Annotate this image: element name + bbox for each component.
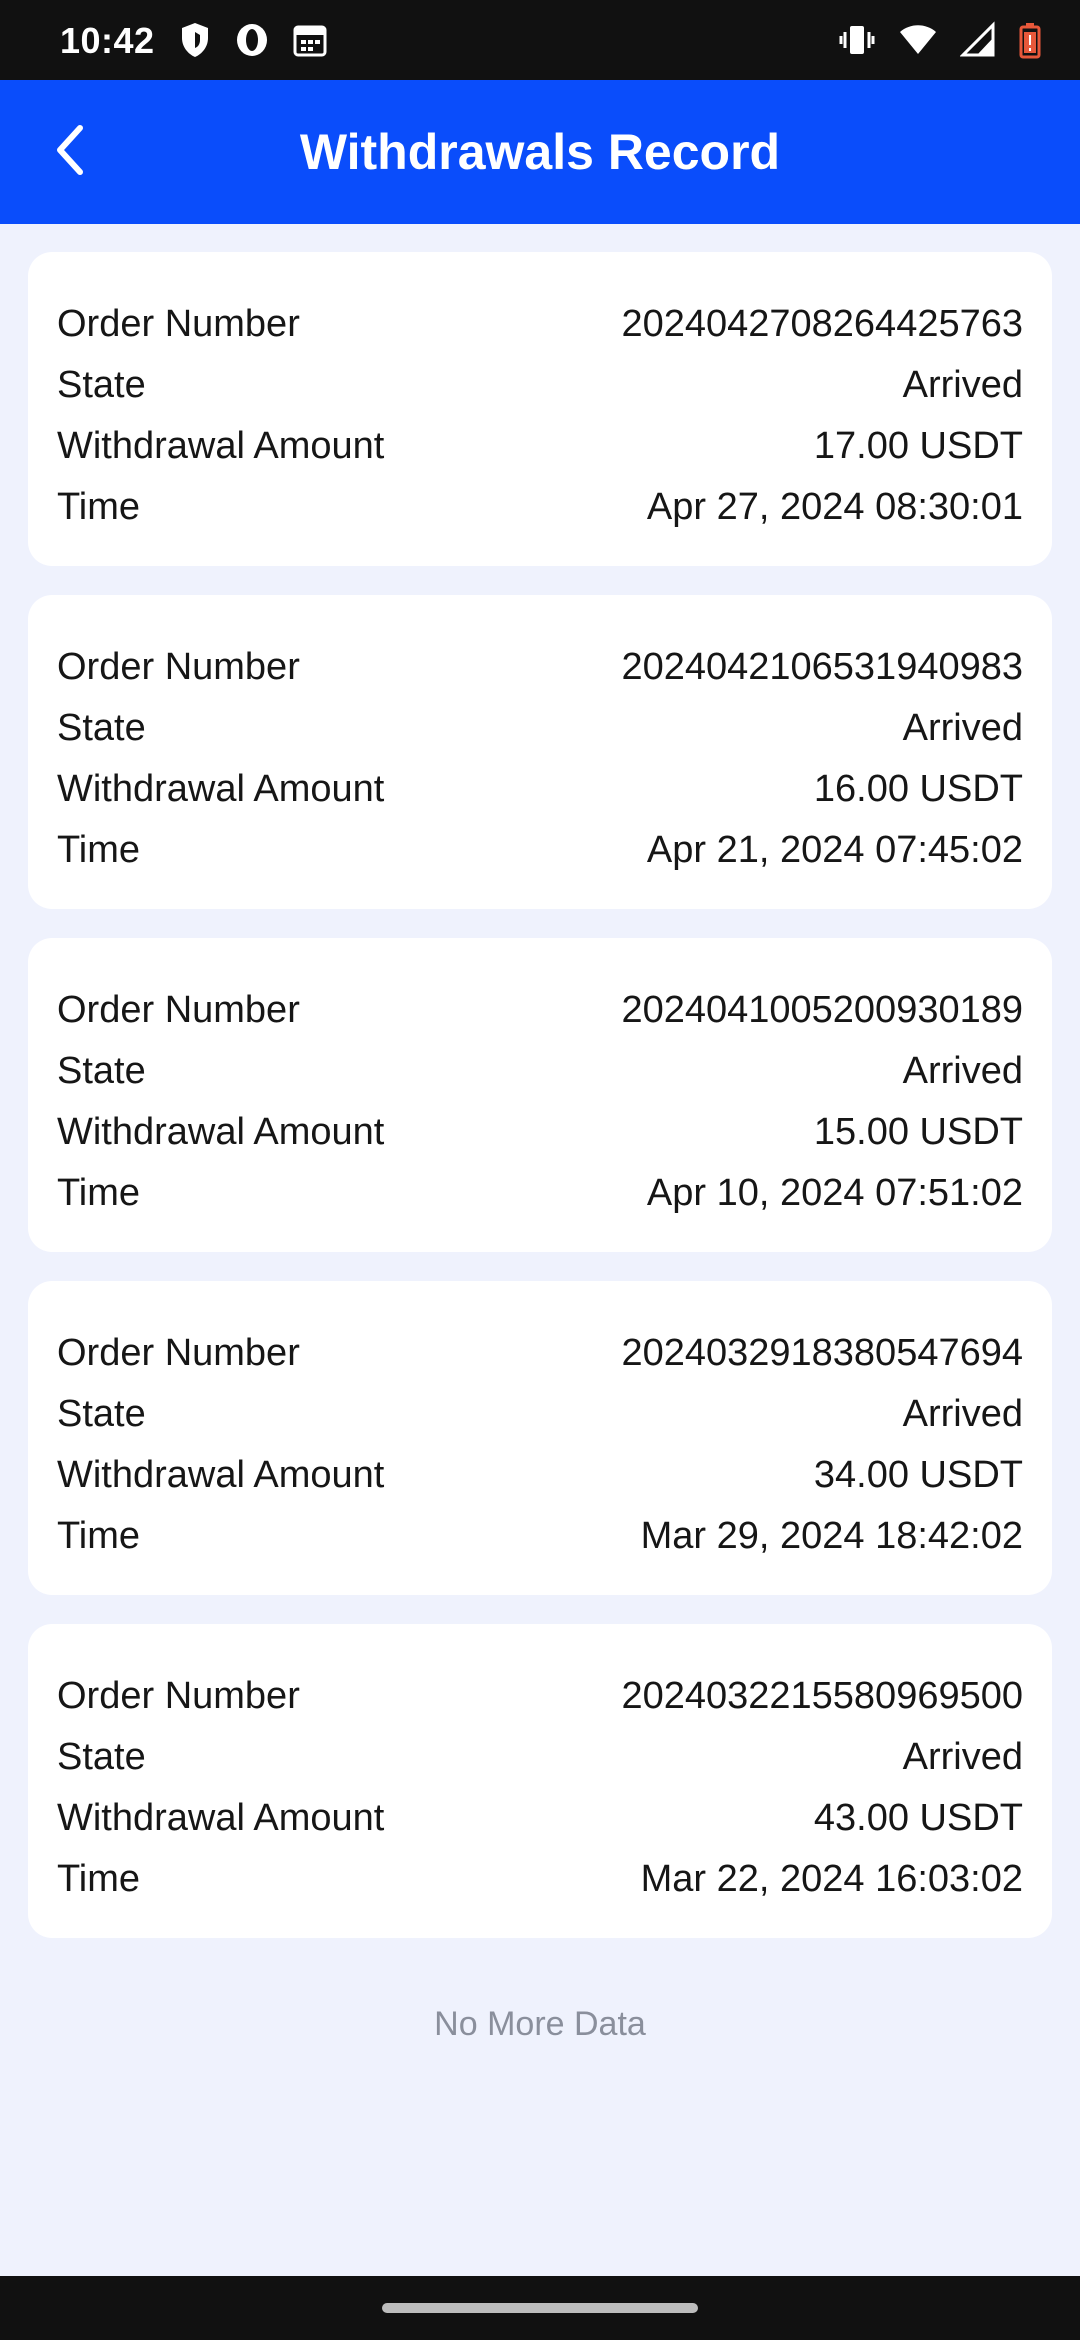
- time-row: Time Apr 21, 2024 07:45:02: [57, 820, 1023, 881]
- withdrawal-amount-value: 43.00 USDT: [813, 1797, 1023, 1839]
- order-number-label: Order Number: [57, 646, 300, 688]
- time-value: Apr 10, 2024 07:51:02: [646, 1172, 1023, 1214]
- withdrawal-amount-row: Withdrawal Amount 17.00 USDT: [57, 416, 1023, 477]
- state-value: Arrived: [902, 1393, 1023, 1435]
- order-number-row: Order Number 2024032215580969500: [57, 1666, 1023, 1727]
- withdrawal-record-card[interactable]: Order Number 2024042106531940983 State Arri…: [28, 595, 1052, 909]
- status-left-icons: [178, 20, 328, 60]
- state-label: State: [57, 1393, 146, 1435]
- withdrawal-amount-row: Withdrawal Amount 34.00 USDT: [57, 1445, 1023, 1506]
- withdrawal-record-card[interactable]: Order Number 2024032215580969500 State Arri…: [28, 1624, 1052, 1938]
- withdrawal-record-card[interactable]: Order Number 2024032918380547694 State Arri…: [28, 1281, 1052, 1595]
- withdrawal-amount-value: 17.00 USDT: [813, 425, 1023, 467]
- time-row: Time Mar 22, 2024 16:03:02: [57, 1849, 1023, 1910]
- withdrawal-amount-label: Withdrawal Amount: [57, 1111, 385, 1153]
- order-number-label: Order Number: [57, 989, 300, 1031]
- order-number-row: Order Number 2024042708264425763: [57, 294, 1023, 355]
- order-number-value: 2024042106531940983: [621, 646, 1023, 688]
- state-row: State Arrived: [57, 355, 1023, 416]
- withdrawal-amount-value: 15.00 USDT: [813, 1111, 1023, 1153]
- state-row: State Arrived: [57, 1041, 1023, 1102]
- order-number-label: Order Number: [57, 1332, 300, 1374]
- state-label: State: [57, 707, 146, 749]
- calendar-icon: [292, 20, 328, 60]
- withdrawal-amount-row: Withdrawal Amount 16.00 USDT: [57, 759, 1023, 820]
- time-label: Time: [57, 829, 141, 871]
- time-row: Time Apr 10, 2024 07:51:02: [57, 1163, 1023, 1224]
- app-bar: Withdrawals Record: [0, 80, 1080, 224]
- withdrawal-amount-label: Withdrawal Amount: [57, 1454, 385, 1496]
- navigation-bar: [0, 2276, 1080, 2340]
- chevron-left-icon: [48, 120, 92, 185]
- time-label: Time: [57, 1172, 141, 1214]
- state-value: Arrived: [902, 707, 1023, 749]
- withdrawal-amount-value: 16.00 USDT: [813, 768, 1023, 810]
- withdrawal-amount-label: Withdrawal Amount: [57, 768, 385, 810]
- order-number-value: 2024032215580969500: [621, 1675, 1023, 1717]
- status-bar: 10:42: [0, 0, 1080, 80]
- order-number-value: 2024042708264425763: [621, 303, 1023, 345]
- time-label: Time: [57, 1515, 141, 1557]
- home-indicator[interactable]: [382, 2303, 698, 2313]
- state-row: State Arrived: [57, 698, 1023, 759]
- no-more-data-label: No More Data: [434, 2005, 646, 2043]
- order-number-row: Order Number 2024032918380547694: [57, 1323, 1023, 1384]
- order-number-label: Order Number: [57, 1675, 300, 1717]
- state-value: Arrived: [902, 364, 1023, 406]
- withdrawal-amount-value: 34.00 USDT: [813, 1454, 1023, 1496]
- page-title: Withdrawals Record: [299, 124, 781, 180]
- state-label: State: [57, 364, 146, 406]
- state-label: State: [57, 1050, 146, 1092]
- status-time: 10:42: [60, 20, 155, 61]
- order-number-value: 2024032918380547694: [621, 1332, 1023, 1374]
- vibrate-icon: [838, 20, 876, 60]
- state-row: State Arrived: [57, 1727, 1023, 1788]
- time-value: Mar 22, 2024 16:03:02: [640, 1858, 1023, 1900]
- state-label: State: [57, 1736, 146, 1778]
- time-label: Time: [57, 1858, 141, 1900]
- time-value: Apr 27, 2024 08:30:01: [646, 486, 1023, 528]
- state-row: State Arrived: [57, 1384, 1023, 1445]
- time-row: Time Mar 29, 2024 18:42:02: [57, 1506, 1023, 1567]
- withdrawal-amount-label: Withdrawal Amount: [57, 425, 385, 467]
- status-right-icons: [838, 20, 1042, 60]
- time-label: Time: [57, 486, 141, 528]
- order-number-value: 2024041005200930189: [621, 989, 1023, 1031]
- withdrawal-record-card[interactable]: Order Number 2024041005200930189 State Arri…: [28, 938, 1052, 1252]
- withdrawal-amount-row: Withdrawal Amount 43.00 USDT: [57, 1788, 1023, 1849]
- order-number-row: Order Number 2024042106531940983: [57, 637, 1023, 698]
- time-value: Mar 29, 2024 18:42:02: [640, 1515, 1023, 1557]
- withdrawal-record-card[interactable]: Order Number 2024042708264425763 State Arri…: [28, 252, 1052, 566]
- opera-icon: [234, 20, 270, 60]
- back-button[interactable]: [30, 112, 110, 192]
- order-number-row: Order Number 2024041005200930189: [57, 980, 1023, 1041]
- wifi-icon: [898, 20, 938, 60]
- time-row: Time Apr 27, 2024 08:30:01: [57, 477, 1023, 538]
- order-number-label: Order Number: [57, 303, 300, 345]
- withdrawal-amount-row: Withdrawal Amount 15.00 USDT: [57, 1102, 1023, 1163]
- signal-icon: [960, 20, 996, 60]
- time-value: Apr 21, 2024 07:45:02: [646, 829, 1023, 871]
- state-value: Arrived: [902, 1050, 1023, 1092]
- withdrawal-amount-label: Withdrawal Amount: [57, 1797, 385, 1839]
- shield-icon: [178, 20, 212, 60]
- withdrawal-records-list: Order Number 2024042708264425763 State Arri…: [28, 252, 1052, 1967]
- state-value: Arrived: [902, 1736, 1023, 1778]
- battery-low-icon: [1018, 20, 1042, 60]
